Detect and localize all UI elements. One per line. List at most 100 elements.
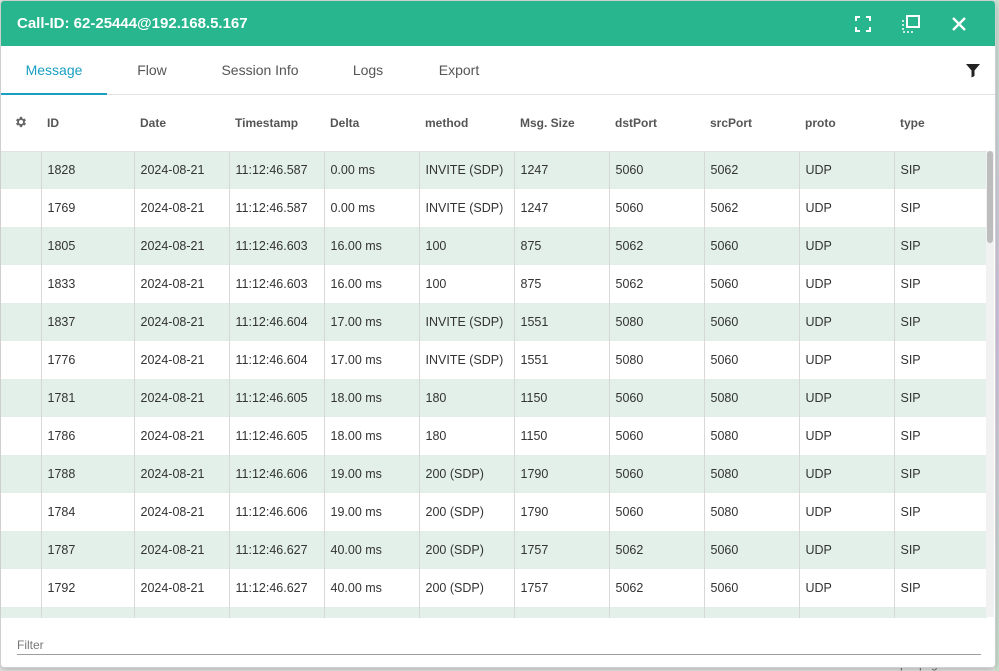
table-row[interactable]: 1786 2024-08-21 11:12:46.605 18.00 ms 180 115… [1,417,987,455]
column-settings-button[interactable] [1,96,41,152]
fullscreen-button[interactable] [843,1,883,46]
table-row[interactable]: 1776 2024-08-21 11:12:46.604 17.00 ms INVITE… [1,341,987,379]
column-header[interactable]: method [419,96,514,152]
table-cell: 2024-08-21 [133,265,229,303]
table-cell: UDP [798,341,894,379]
column-header[interactable]: Delta [324,96,419,152]
table-cell: 1792 [40,569,134,607]
table-cell: 40.00 ms [323,569,419,607]
table-cell: 1837 [40,303,134,341]
row-select-cell[interactable] [1,303,41,341]
restore-window-button[interactable] [891,1,931,46]
row-select-cell[interactable] [1,417,41,455]
table-cell: 5080 [608,341,704,379]
filter-input[interactable] [17,631,981,653]
row-select-cell[interactable] [1,189,41,227]
table-row[interactable]: 1805 2024-08-21 11:12:46.603 16.00 ms 100 875… [1,227,987,265]
table-cell: 1551 [513,341,609,379]
tab-session-info[interactable]: Session Info [197,46,323,94]
fullscreen-icon [855,15,871,32]
table-row[interactable]: 1792 2024-08-21 11:12:46.627 40.00 ms 200 (S… [1,569,987,607]
row-select-cell[interactable] [1,569,41,607]
scrollbar-thumb[interactable] [987,151,993,243]
table-cell: 5060 [608,455,704,493]
row-select-cell[interactable] [1,379,41,417]
table-cell: UDP [798,493,894,531]
row-select-cell[interactable] [1,151,41,189]
table-row[interactable]: 1828 2024-08-21 11:12:46.587 0.00 ms INVITE … [1,151,987,189]
table-row[interactable] [1,607,987,618]
column-header[interactable]: proto [799,96,894,152]
row-select-cell[interactable] [1,455,41,493]
table-cell: INVITE (SDP) [418,303,514,341]
table-row[interactable]: 1784 2024-08-21 11:12:46.606 19.00 ms 200 (S… [1,493,987,531]
column-header[interactable]: dstPort [609,96,704,152]
table-cell: UDP [798,455,894,493]
column-header[interactable]: type [894,96,987,152]
table-cell: 1784 [40,493,134,531]
column-header[interactable]: Msg. Size [514,96,609,152]
table-cell: 11:12:46.627 [228,569,324,607]
table-row[interactable]: 1788 2024-08-21 11:12:46.606 19.00 ms 200 (S… [1,455,987,493]
tab-message[interactable]: Message [1,46,107,95]
table-cell: 19.00 ms [323,493,419,531]
table-cell: 17.00 ms [323,303,419,341]
row-select-cell[interactable] [1,265,41,303]
call-details-window: Call-ID: 62-25444@192.168.5.167 Message … [0,0,996,668]
filter-button[interactable] [963,60,983,80]
row-select-cell[interactable] [1,227,41,265]
table-cell: 11:12:46.603 [228,265,324,303]
table-cell: SIP [893,189,987,227]
table-cell: 5062 [608,265,704,303]
row-select-cell[interactable] [1,607,41,618]
table-cell [40,607,134,618]
table-row[interactable]: 1837 2024-08-21 11:12:46.604 17.00 ms INVITE… [1,303,987,341]
close-button[interactable] [939,1,979,46]
window-titlebar[interactable]: Call-ID: 62-25444@192.168.5.167 [1,1,995,46]
row-select-cell[interactable] [1,531,41,569]
column-header[interactable]: Date [134,96,229,152]
table-cell [133,607,229,618]
table-cell: 5080 [703,455,799,493]
table-cell: 200 (SDP) [418,531,514,569]
table-row[interactable]: 1769 2024-08-21 11:12:46.587 0.00 ms INVITE … [1,189,987,227]
table-cell: 11:12:46.604 [228,303,324,341]
table-cell: 5060 [703,265,799,303]
row-select-cell[interactable] [1,493,41,531]
table-cell: 200 (SDP) [418,493,514,531]
table-cell: SIP [893,227,987,265]
table-cell: UDP [798,265,894,303]
table-cell: 1776 [40,341,134,379]
row-select-cell[interactable] [1,341,41,379]
table-scrollbar[interactable] [986,151,994,617]
column-header[interactable]: Timestamp [229,96,324,152]
table-cell: 11:12:46.605 [228,417,324,455]
tab-flow[interactable]: Flow [107,46,197,94]
table-cell: 1247 [513,189,609,227]
table-cell: 180 [418,379,514,417]
table-row[interactable]: 1833 2024-08-21 11:12:46.603 16.00 ms 100 875… [1,265,987,303]
table-cell: 17.00 ms [323,341,419,379]
table-cell: 2024-08-21 [133,227,229,265]
tab-export[interactable]: Export [413,46,505,94]
table-row[interactable]: 1787 2024-08-21 11:12:46.627 40.00 ms 200 (S… [1,531,987,569]
table-row[interactable]: 1781 2024-08-21 11:12:46.605 18.00 ms 180 115… [1,379,987,417]
table-cell [798,607,894,618]
restore-window-icon [902,14,920,33]
table-cell: 5060 [608,417,704,455]
tab-logs[interactable]: Logs [323,46,413,94]
table-cell: 5062 [608,569,704,607]
table-cell: 2024-08-21 [133,493,229,531]
table-cell: 180 [418,417,514,455]
table-cell: 1805 [40,227,134,265]
table-cell: 5060 [703,303,799,341]
table-cell: 11:12:46.604 [228,341,324,379]
table-cell: 5060 [608,493,704,531]
table-cell: 40.00 ms [323,531,419,569]
column-header[interactable]: srcPort [704,96,799,152]
column-header[interactable]: ID [41,96,134,152]
table-cell: 200 (SDP) [418,569,514,607]
table-cell: 1757 [513,569,609,607]
table-cell: SIP [893,493,987,531]
table-cell: SIP [893,303,987,341]
